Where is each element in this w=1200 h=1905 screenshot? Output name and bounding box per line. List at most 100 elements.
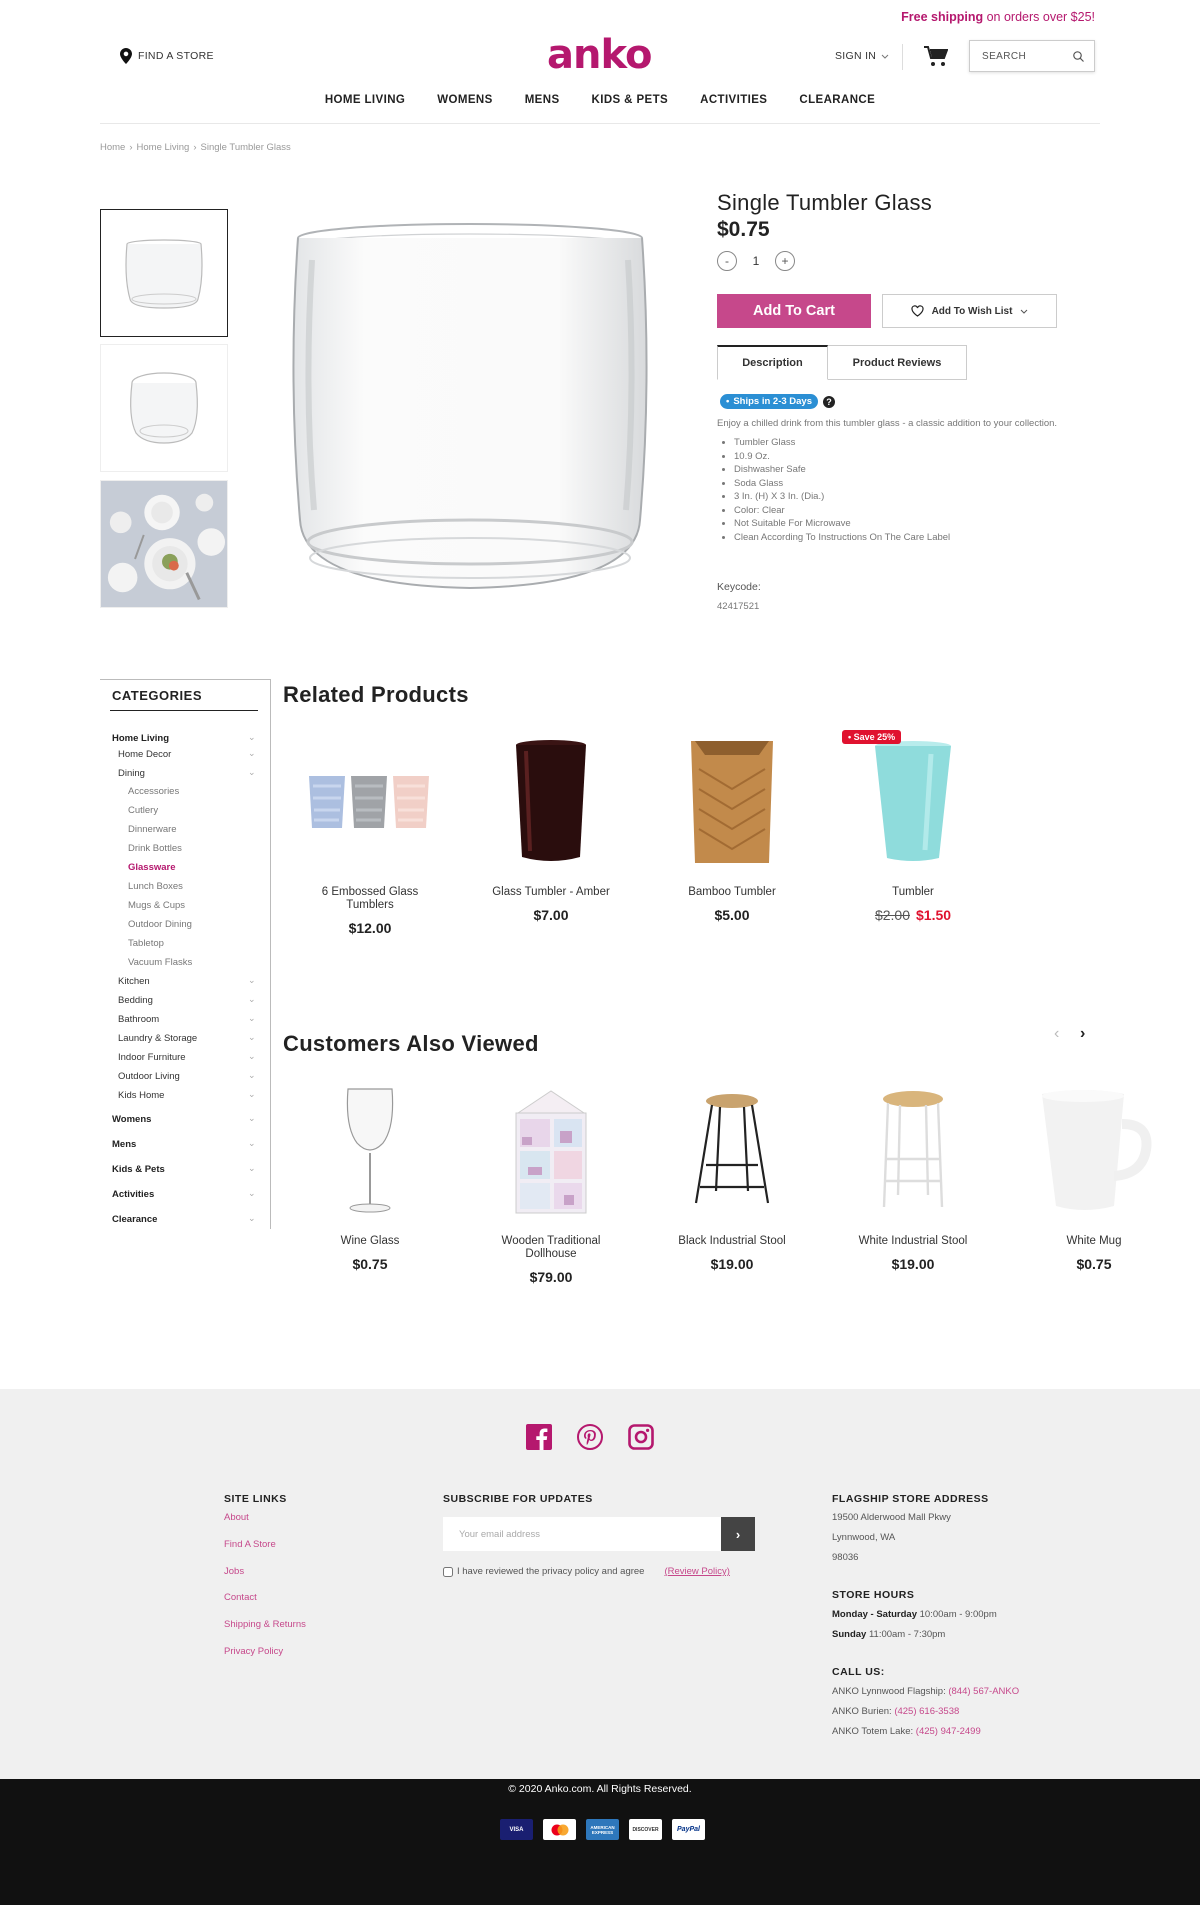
category-item-dining[interactable]: Dining [118,768,145,779]
tab-description[interactable]: Description [717,345,828,380]
chevron-down-icon [881,54,889,59]
subscribe-submit-button[interactable]: › [721,1517,755,1551]
breadcrumb-home[interactable]: Home [100,142,125,153]
product-card[interactable]: Black Industrial Stool $19.00 [657,1081,807,1272]
phone-link[interactable]: (425) 616-3538 [894,1706,959,1717]
tab-product-reviews[interactable]: Product Reviews [828,345,967,380]
quantity-value[interactable]: 1 [751,254,761,268]
chevron-down-icon[interactable]: ⌄ [248,1070,256,1081]
product-thumbnail-2[interactable] [100,344,228,472]
category-item-cutlery[interactable]: Cutlery [128,805,158,816]
category-item-lunch-boxes[interactable]: Lunch Boxes [128,881,183,892]
pinterest-icon[interactable] [577,1424,603,1450]
nav-clearance[interactable]: CLEARANCE [799,94,875,106]
quantity-decrease-button[interactable]: - [717,251,737,271]
footer-link-privacy-policy[interactable]: Privacy Policy [224,1646,283,1657]
product-card[interactable]: 6 Embossed Glass Tumblers $12.00 [295,732,445,936]
search-input[interactable] [982,50,1062,62]
category-item-mugs-cups[interactable]: Mugs & Cups [128,900,185,911]
product-thumbnail-1[interactable] [100,209,228,337]
category-item-glassware[interactable]: Glassware [128,862,176,873]
anko-logo[interactable]: anko [547,32,652,78]
carousel-prev-button[interactable]: ‹ [1054,1025,1059,1043]
phone-link[interactable]: (425) 947-2499 [916,1726,981,1737]
quantity-increase-button[interactable]: + [775,251,795,271]
category-item-kids-pets[interactable]: Kids & Pets [112,1164,165,1175]
category-item-clearance[interactable]: Clearance [112,1214,157,1225]
category-item-activities[interactable]: Activities [112,1189,154,1200]
product-card[interactable]: White Industrial Stool $19.00 [838,1081,988,1272]
nav-home-living[interactable]: HOME LIVING [325,94,405,106]
product-card[interactable]: Wine Glass $0.75 [295,1081,445,1272]
chevron-down-icon[interactable]: ⌄ [248,1113,256,1124]
carousel-next-button[interactable]: › [1080,1025,1085,1043]
product-main-image[interactable] [260,210,680,610]
add-to-wish-list-button[interactable]: Add To Wish List [882,294,1057,328]
product-card[interactable]: Glass Tumbler - Amber $7.00 [476,732,626,923]
chevron-down-icon[interactable]: ⌄ [248,1188,256,1199]
category-item-womens[interactable]: Womens [112,1114,151,1125]
help-icon[interactable]: ? [823,395,835,408]
category-item-laundry-storage[interactable]: Laundry & Storage [118,1033,197,1044]
product-card[interactable]: Bamboo Tumbler $5.00 [657,732,807,923]
product-card[interactable]: • Save 25% Tumbler $2.00 $1.50 [838,730,988,923]
footer-link-find-a-store[interactable]: Find A Store [224,1539,276,1550]
chevron-down-icon[interactable]: ⌄ [248,1213,256,1224]
category-item-home-living[interactable]: Home Living [112,733,169,744]
chevron-down-icon[interactable]: ⌄ [248,1138,256,1149]
category-item-dinnerware[interactable]: Dinnerware [128,824,177,835]
chevron-down-icon[interactable]: ⌄ [248,994,256,1005]
category-item-bathroom[interactable]: Bathroom [118,1014,159,1025]
category-item-tabletop[interactable]: Tabletop [128,938,164,949]
chevron-down-icon[interactable]: ⌄ [248,1089,256,1100]
chevron-down-icon[interactable]: ⌄ [248,767,256,778]
category-item-drink-bottles[interactable]: Drink Bottles [128,843,182,854]
find-store-link[interactable]: FIND A STORE [120,48,214,64]
category-item-bedding[interactable]: Bedding [118,995,153,1006]
category-item-indoor-furniture[interactable]: Indoor Furniture [118,1052,186,1063]
facebook-icon[interactable] [526,1424,552,1450]
category-item-home-decor[interactable]: Home Decor [118,749,171,760]
store-hours-title: STORE HOURS [832,1589,915,1601]
flagship-address-title: FLAGSHIP STORE ADDRESS [832,1493,989,1505]
footer-link-jobs[interactable]: Jobs [224,1566,244,1577]
sign-in-dropdown[interactable]: SIGN IN [835,50,889,62]
instagram-icon[interactable] [628,1424,654,1450]
category-item-outdoor-living[interactable]: Outdoor Living [118,1071,180,1082]
nav-womens[interactable]: WOMENS [437,94,492,106]
category-item-kids-home[interactable]: Kids Home [118,1090,164,1101]
search-box[interactable] [969,40,1095,72]
chevron-down-icon[interactable]: ⌄ [248,975,256,986]
product-thumbnail-3[interactable] [100,480,228,608]
email-field[interactable] [443,1517,721,1551]
privacy-consent-checkbox[interactable] [443,1566,453,1577]
chevron-down-icon[interactable]: ⌄ [248,1032,256,1043]
product-price: $12.00 [348,920,392,936]
category-item-vacuum-flasks[interactable]: Vacuum Flasks [128,957,192,968]
footer-link-contact[interactable]: Contact [224,1592,257,1603]
chevron-down-icon[interactable]: ⌄ [248,1051,256,1062]
nav-mens[interactable]: MENS [525,94,560,106]
breadcrumb-home-living[interactable]: Home Living [137,142,190,153]
phone-link[interactable]: (844) 567-ANKO [948,1686,1019,1697]
mastercard-icon [543,1819,576,1840]
chevron-down-icon[interactable]: ⌄ [248,1013,256,1024]
chevron-down-icon[interactable]: ⌄ [248,1163,256,1174]
product-card[interactable]: Wooden Traditional Dollhouse $79.00 [476,1081,626,1285]
footer-link-shipping-returns[interactable]: Shipping & Returns [224,1619,306,1630]
cart-button[interactable] [924,46,949,72]
review-policy-link[interactable]: (Review Policy) [664,1566,729,1577]
product-card[interactable]: White Mug $0.75 [1019,1081,1169,1272]
category-item-kitchen[interactable]: Kitchen [118,976,150,987]
chevron-down-icon[interactable]: ⌄ [248,732,256,743]
chevron-down-icon[interactable]: ⌄ [248,748,256,759]
nav-activities[interactable]: ACTIVITIES [700,94,767,106]
product-price: $0.75 [1076,1256,1112,1272]
nav-kids-pets[interactable]: KIDS & PETS [592,94,669,106]
add-to-cart-button[interactable]: Add To Cart [717,294,871,328]
category-item-outdoor-dining[interactable]: Outdoor Dining [128,919,192,930]
search-icon[interactable] [1073,50,1084,62]
footer-link-about[interactable]: About [224,1512,249,1523]
category-item-mens[interactable]: Mens [112,1139,136,1150]
category-item-accessories[interactable]: Accessories [128,786,179,797]
